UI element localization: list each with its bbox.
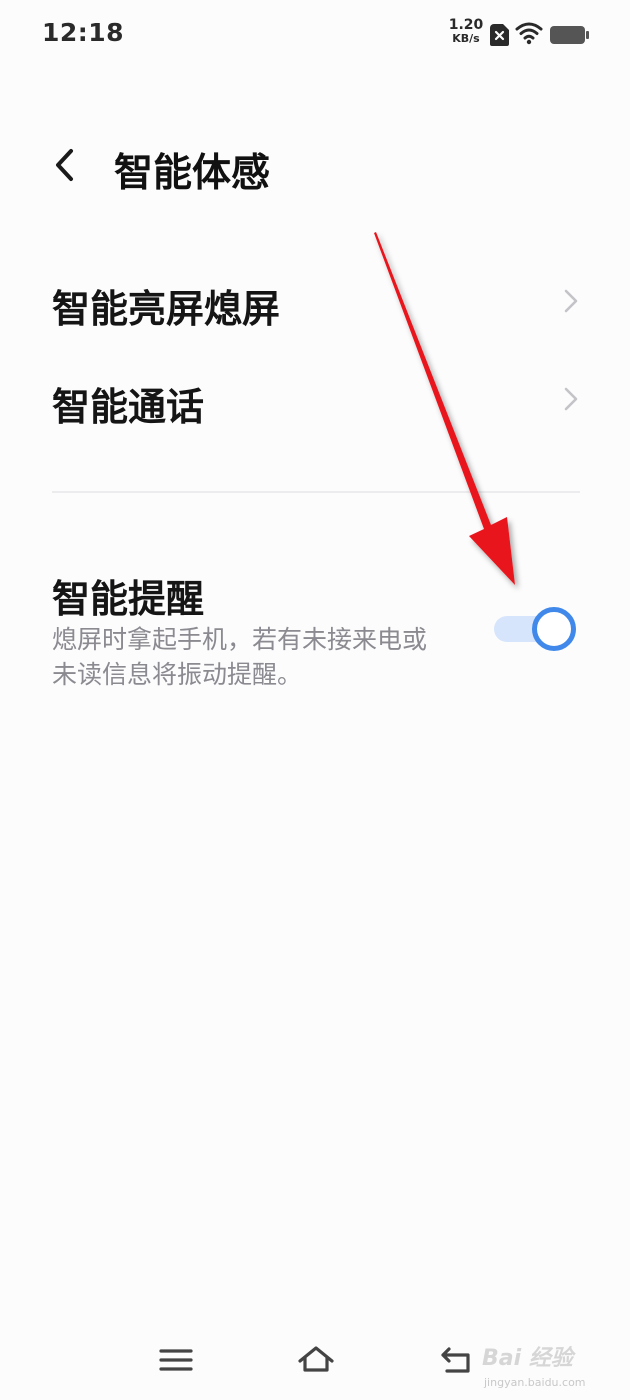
menu-icon [159,1349,193,1371]
menu-button[interactable] [154,1340,198,1380]
chevron-left-icon [56,149,73,181]
chevron-right-icon [564,387,578,411]
chevron-right-icon [564,289,578,313]
settings-screen: 12:18 1.20 KB/s 智能体感 智能亮屏熄屏 智能通话 智能提醒 熄屏… [0,0,630,1400]
page-title: 智能体感 [114,151,271,196]
toggle-knob [532,607,576,651]
battery-icon [550,26,589,44]
status-time: 12:18 [42,18,125,47]
network-speed-unit: KB/s [452,32,480,45]
settings-item-label: 智能亮屏熄屏 [52,287,281,331]
wifi-icon [515,22,543,45]
settings-item-label: 智能通话 [52,385,205,429]
status-bar: 12:18 1.20 KB/s [0,0,630,70]
annotation-arrow [374,232,515,585]
back-button[interactable] [40,140,90,190]
page-header: 智能体感 [0,120,630,210]
watermark-text: Bai 经验 [482,1346,573,1371]
sim-error-icon [490,24,509,46]
network-speed: 1.20 KB/s [448,17,484,45]
watermark-url: jingyan.baidu.com [484,1376,586,1389]
baidu-watermark: Bai 经验 jingyan.baidu.com [478,1330,608,1400]
back-nav-button[interactable] [434,1340,478,1380]
home-icon [298,1346,334,1372]
home-button[interactable] [294,1340,338,1380]
smart-reminder-toggle[interactable] [494,604,580,654]
toggle-description: 熄屏时拿起手机，若有未接来电或未读信息将振动提醒。 [52,625,428,689]
toggle-title: 智能提醒 [52,577,205,621]
network-speed-value: 1.20 [448,17,484,33]
back-icon [441,1347,470,1373]
